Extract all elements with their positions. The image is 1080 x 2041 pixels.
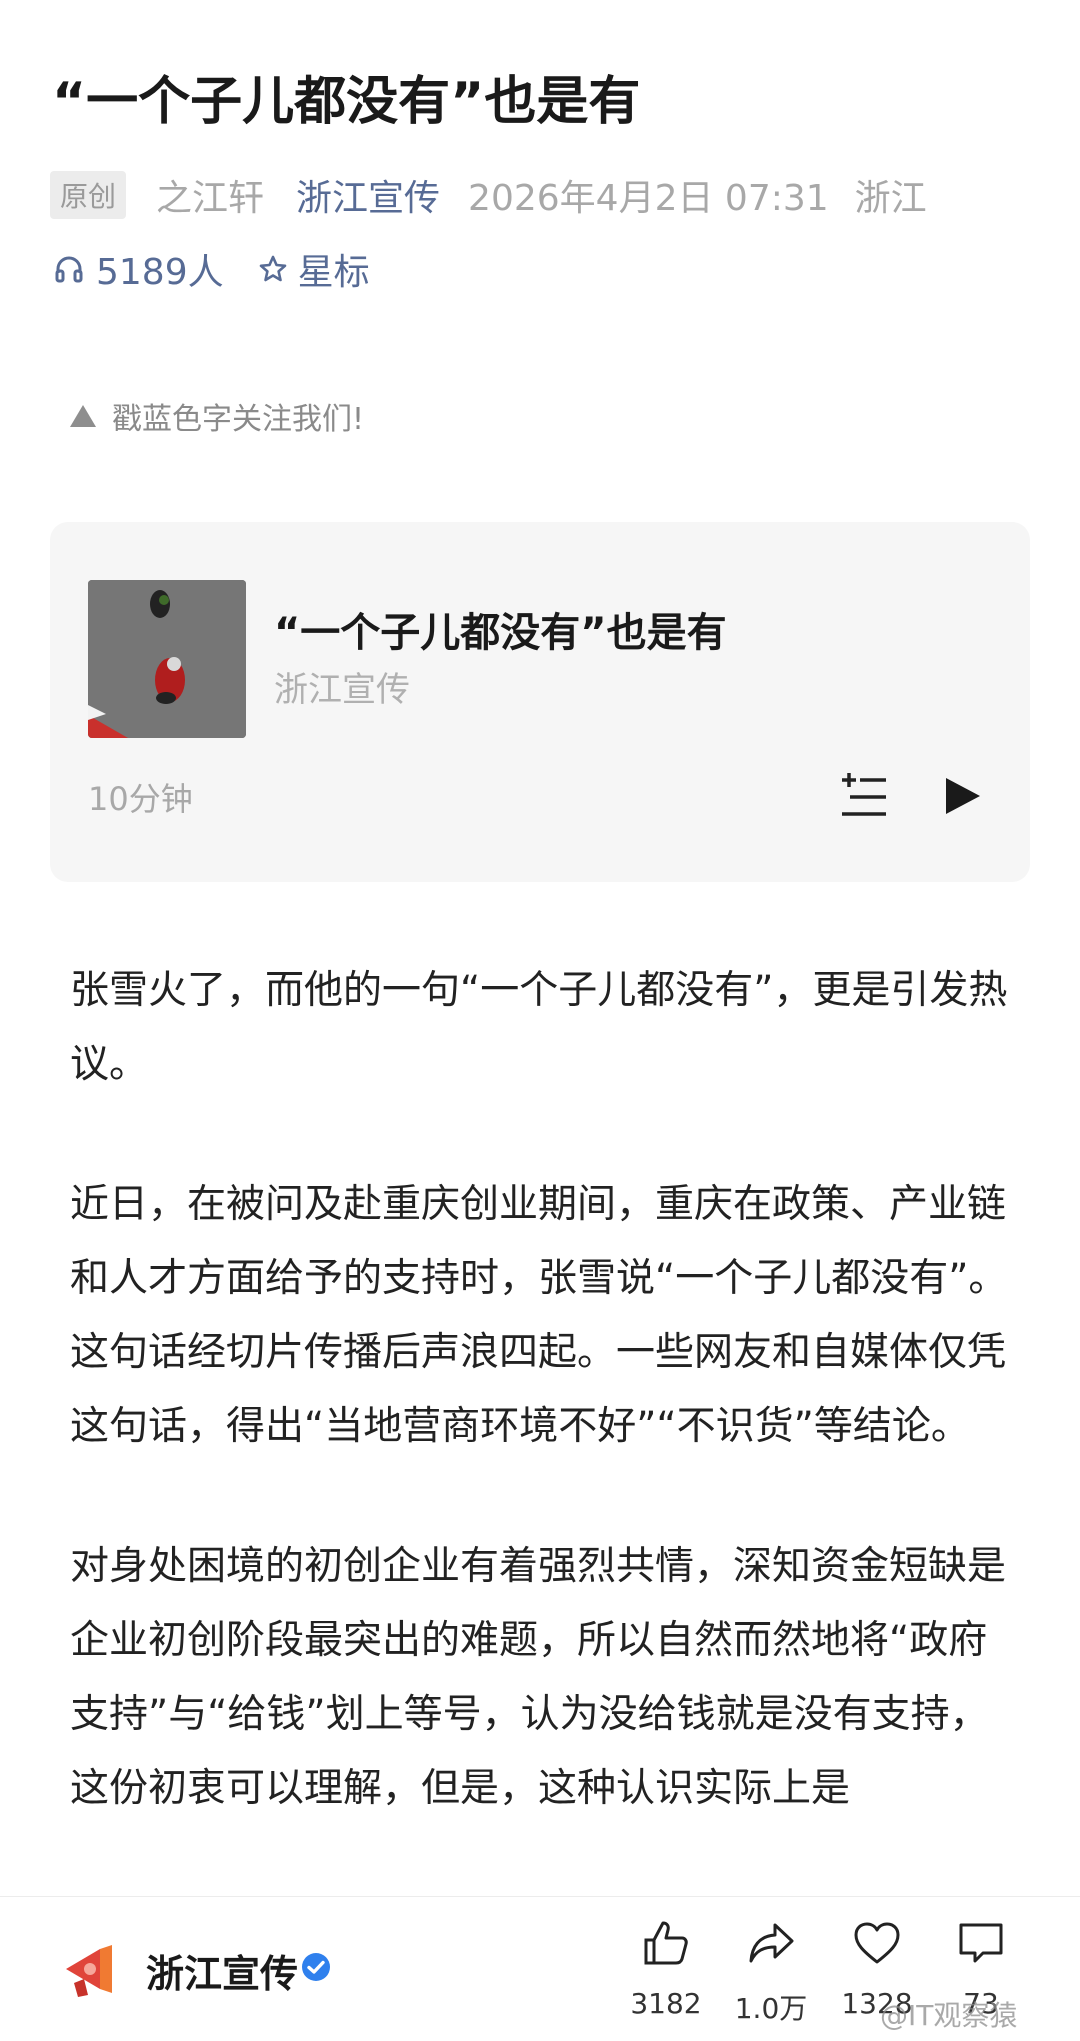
account-name[interactable]: 浙江宣传 [146, 1943, 298, 1998]
audio-source: 浙江宣传 [274, 670, 410, 710]
body-paragraph: 对身处困境的初创企业有着强烈共情，深知资金短缺是企业初创阶段最突出的难题，所以自… [70, 1544, 1007, 1811]
thumbs-up-icon [644, 1921, 688, 1965]
star-icon [258, 254, 288, 284]
playlist-button[interactable] [840, 772, 888, 820]
account-logo[interactable] [60, 1939, 120, 1999]
publish-date: 2026年4月2日 07:31 [468, 178, 829, 219]
watermark: @IT观察猿 [880, 1999, 1018, 2032]
play-icon [946, 778, 980, 814]
follow-notice: 戳蓝色字关注我们! [70, 396, 365, 437]
publish-location: 浙江 [854, 178, 927, 219]
body-paragraph: 近日，在被问及赴重庆创业期间，重庆在政策、产业链和人才方面给予的支持时，张雪说“… [70, 1182, 1008, 1449]
like-count: 3182 [630, 1987, 702, 2020]
listen-count: 5189人 [96, 252, 224, 293]
share-button[interactable]: 1.0万 [716, 1919, 826, 2027]
audio-card[interactable]: “一个子儿都没有”也是有 浙江宣传 10分钟 [50, 522, 1030, 882]
audio-duration: 10分钟 [88, 780, 193, 818]
heart-icon [854, 1922, 900, 1964]
share-arrow-icon [749, 1923, 794, 1963]
headphones-icon [54, 254, 84, 284]
follow-notice-text: 戳蓝色字关注我们! [112, 402, 365, 437]
star-button[interactable]: 星标 [258, 243, 370, 295]
audio-cover-image [88, 580, 246, 738]
verified-badge-icon [300, 1951, 332, 1983]
original-badge: 原创 [50, 171, 127, 219]
comment-icon [959, 1923, 1003, 1963]
share-count: 1.0万 [734, 1992, 808, 2025]
like-button[interactable]: 3182 [611, 1919, 721, 2020]
article-title: “一个子儿都没有”也是有 [52, 72, 641, 132]
account-link[interactable]: 浙江宣传 [296, 169, 440, 221]
star-label: 星标 [297, 252, 370, 293]
audio-title: “一个子儿都没有”也是有 [274, 610, 727, 656]
body-paragraph: 张雪火了，而他的一句“一个子儿都没有”，更是引发热议。 [70, 968, 1008, 1087]
article-body: 张雪火了，而他的一句“一个子儿都没有”，更是引发热议。 近日，在被问及赴重庆创业… [70, 954, 1020, 1892]
playlist-icon [842, 773, 886, 816]
author-name: 之江轩 [156, 178, 265, 219]
listen-star-row: 5189人 星标 [54, 244, 370, 294]
article-meta: 原创 之江轩 浙江宣传 2026年4月2日 07:31 浙江 [50, 170, 927, 220]
triangle-up-icon [70, 405, 96, 427]
play-button[interactable] [940, 774, 984, 818]
